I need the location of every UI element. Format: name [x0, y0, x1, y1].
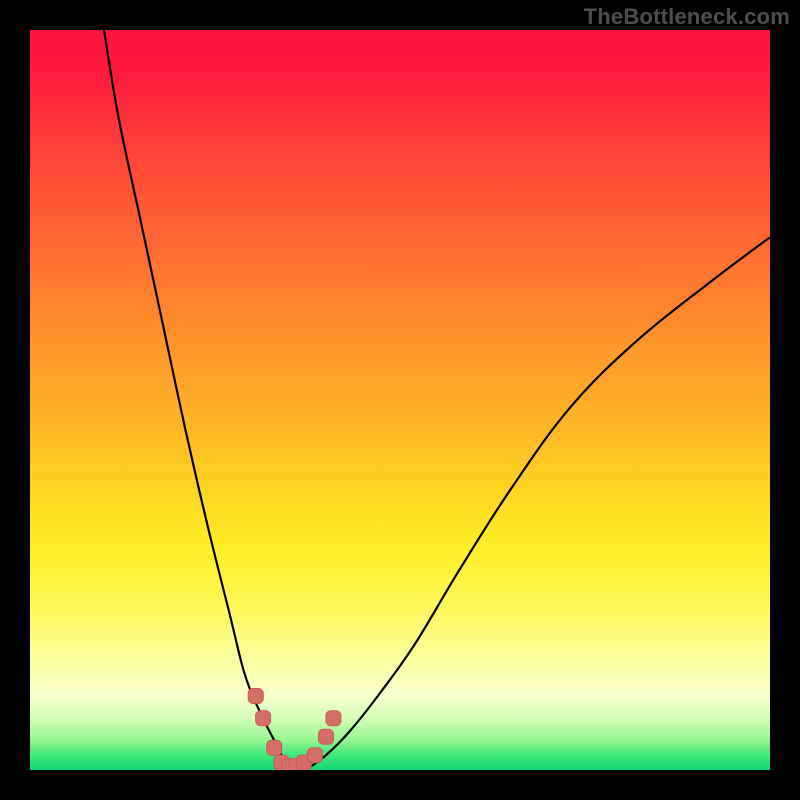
chart-svg: [30, 30, 770, 770]
chart-frame: TheBottleneck.com: [0, 0, 800, 800]
watermark-text: TheBottleneck.com: [584, 4, 790, 30]
trough-marker: [319, 729, 334, 744]
trough-marker-group: [248, 689, 341, 771]
trough-marker: [307, 748, 322, 763]
trough-marker: [256, 711, 271, 726]
trough-marker: [267, 740, 282, 755]
curve-left: [104, 30, 289, 766]
trough-marker: [326, 711, 341, 726]
trough-marker: [248, 689, 263, 704]
curve-right: [311, 237, 770, 766]
plot-area: [30, 30, 770, 770]
